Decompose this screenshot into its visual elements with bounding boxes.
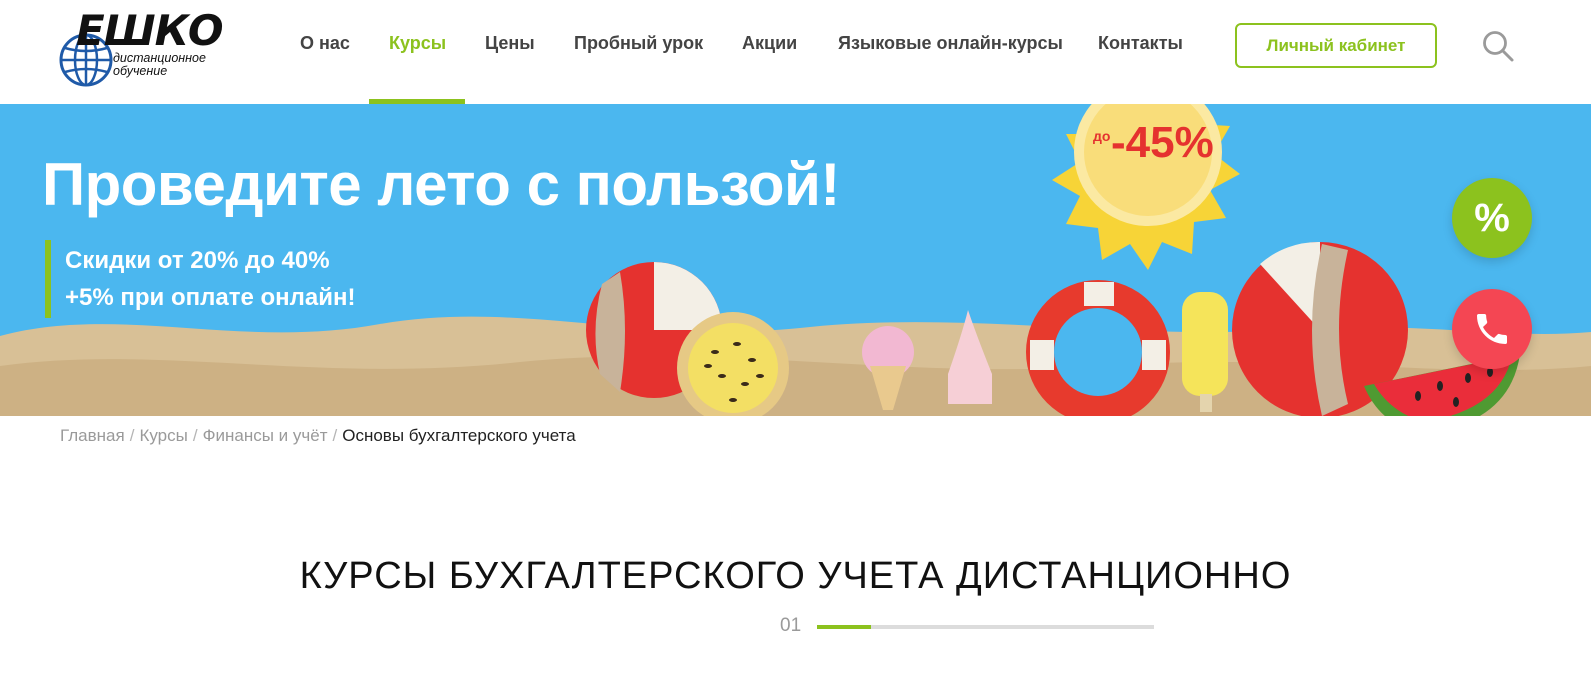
- nav-language-courses[interactable]: Языковые онлайн-курсы: [838, 33, 1063, 54]
- page-title: КУРСЫ БУХГАЛТЕРСКОГО УЧЕТА ДИСТАНЦИОННО: [299, 555, 1292, 597]
- discount-button[interactable]: %: [1452, 178, 1532, 258]
- nav-trial-lesson[interactable]: Пробный урок: [574, 33, 703, 54]
- slide-progress-track: [817, 625, 1154, 629]
- logo-word: ЕШКО: [76, 6, 224, 55]
- nav-contacts[interactable]: Контакты: [1098, 33, 1183, 54]
- slide-progress-fill: [817, 625, 871, 629]
- breadcrumb-separator: /: [129, 426, 135, 445]
- breadcrumb-separator: /: [332, 426, 338, 445]
- site-header: ЕШКО дистанционное обучение О нас Курсы …: [0, 0, 1591, 104]
- nav-prices[interactable]: Цены: [485, 33, 535, 54]
- banner-accent-bar: [45, 240, 51, 318]
- slide-counter: 01: [780, 615, 802, 636]
- personal-cabinet-button[interactable]: Личный кабинет: [1235, 23, 1437, 68]
- promo-banner[interactable]: до -45% Проведите лето с пользой! Скидки…: [0, 104, 1591, 416]
- logo[interactable]: ЕШКО дистанционное обучение: [56, 6, 231, 87]
- breadcrumb: Главная / Курсы / Финансы и учёт / Основы бухг…: [60, 426, 576, 446]
- breadcrumb-separator: /: [192, 426, 198, 445]
- breadcrumb-finance[interactable]: Финансы и учёт: [203, 426, 328, 445]
- banner-line-2: +5% при оплате онлайн!: [65, 284, 356, 311]
- banner-subtitle: Скидки от 20% до 40% +5% при оплате онла…: [65, 242, 355, 316]
- breadcrumb-courses[interactable]: Курсы: [139, 426, 187, 445]
- breadcrumb-current: Основы бухгалтерского учета: [342, 426, 576, 445]
- call-button[interactable]: [1452, 289, 1532, 369]
- phone-icon: [1477, 314, 1507, 344]
- sun-discount-value: -45%: [1111, 118, 1214, 167]
- logo-subtitle: дистанционное обучение: [113, 51, 206, 78]
- banner-title: Проведите лето с пользой!: [42, 151, 840, 218]
- nav-about[interactable]: О нас: [300, 33, 350, 54]
- breadcrumb-home[interactable]: Главная: [60, 426, 125, 445]
- discount-label: %: [1474, 195, 1510, 240]
- nav-courses[interactable]: Курсы: [389, 33, 446, 54]
- search-icon[interactable]: [1481, 29, 1515, 63]
- banner-line-1: Скидки от 20% до 40%: [65, 247, 330, 274]
- nav-promotions[interactable]: Акции: [742, 33, 797, 54]
